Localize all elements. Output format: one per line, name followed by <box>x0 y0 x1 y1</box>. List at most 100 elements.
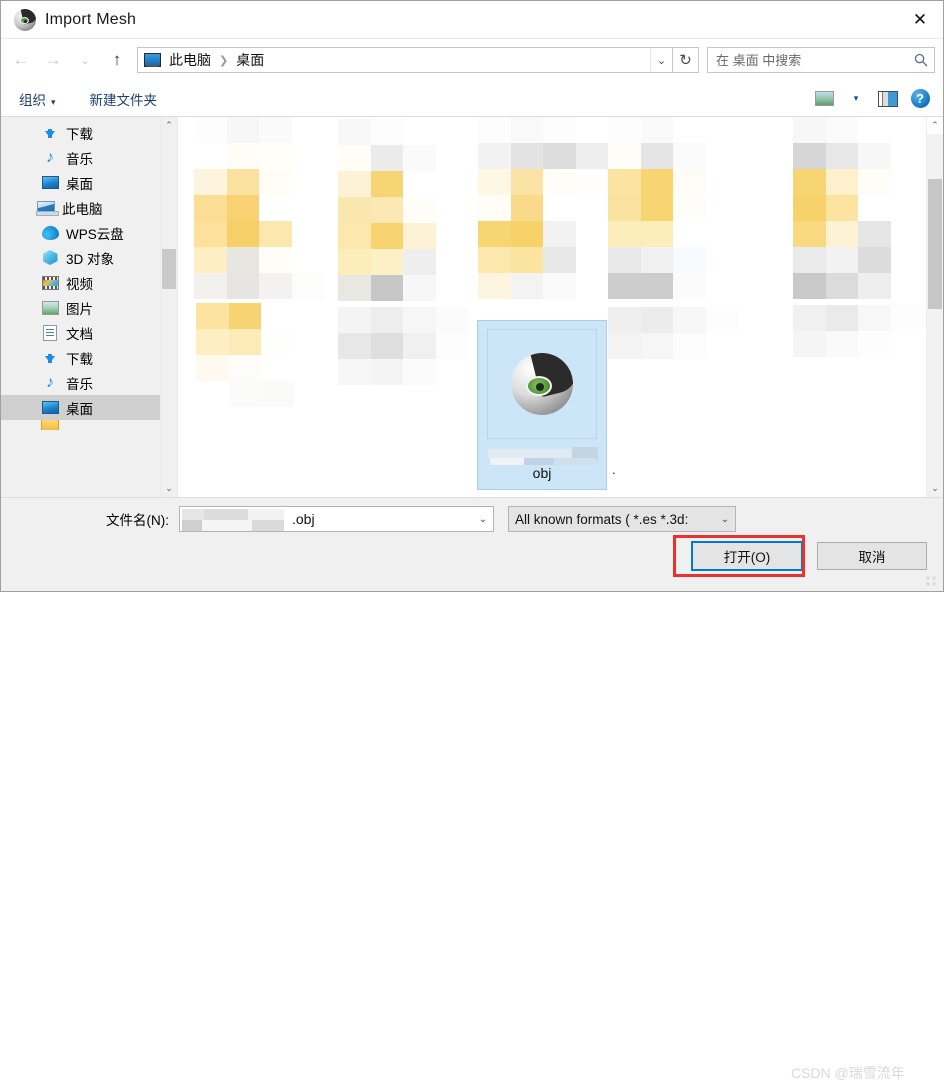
meshlab-eye-icon <box>14 8 36 31</box>
search-glyph <box>914 53 928 67</box>
sidebar-item-documents[interactable]: 文档 <box>1 320 177 345</box>
sidebar-item-folder-partial[interactable] <box>1 420 177 430</box>
video-icon <box>41 274 59 292</box>
search-icon[interactable] <box>908 48 934 72</box>
filename-value-area[interactable]: .obj <box>180 507 473 531</box>
this-pc-icon <box>36 199 59 217</box>
view-chevron-down-icon[interactable]: ▾ <box>841 86 871 112</box>
file-tile-label-area: obj <box>478 447 606 487</box>
new-folder-button[interactable]: 新建文件夹 <box>90 89 158 109</box>
filename-extension: .obj <box>292 511 315 527</box>
sidebar-item-label: 桌面 <box>66 401 93 417</box>
sidebar-scrollbar[interactable]: ⌃ ⌄ <box>160 117 177 497</box>
chevron-up-icon[interactable]: ⌃ <box>927 117 943 134</box>
chevron-down-icon: ▾ <box>51 96 56 107</box>
file-list-scrollbar[interactable]: ⌃ ⌄ <box>926 117 943 497</box>
refresh-icon[interactable]: ↻ <box>673 47 699 73</box>
sidebar-item-videos[interactable]: 视频 <box>1 270 177 295</box>
filename-chevron-down-icon[interactable]: ⌄ <box>473 507 493 531</box>
blurred-thumbnail-group <box>478 117 608 299</box>
organize-label: 组织 <box>19 92 46 108</box>
chevron-up-icon[interactable]: ⌃ <box>161 117 177 134</box>
sidebar-item-desktop-1[interactable]: 桌面 <box>1 170 177 195</box>
pictures-icon <box>41 299 59 317</box>
blurred-thumbnail-group <box>793 305 923 357</box>
file-list-scrollbar-thumb[interactable] <box>928 179 942 309</box>
close-icon[interactable]: ✕ <box>897 1 943 38</box>
arrow-right-icon[interactable]: → <box>37 45 69 75</box>
sidebar-item-label: 音乐 <box>66 376 93 392</box>
sidebar-item-downloads-1[interactable]: 下载 <box>1 120 177 145</box>
blurred-filename <box>488 447 598 465</box>
sidebar-item-3d-objects[interactable]: 3D 对象 <box>1 245 177 270</box>
filename-combobox[interactable]: .obj ⌄ <box>179 506 494 532</box>
chevron-down-icon[interactable]: ⌄ <box>927 480 943 497</box>
search-input[interactable] <box>708 51 908 69</box>
truncation-dot: . <box>612 462 616 477</box>
recent-locations-chevron-down-icon[interactable]: ⌄ <box>69 45 101 75</box>
sidebar-item-wps-cloud[interactable]: WPS云盘 <box>1 220 177 245</box>
arrow-up-icon[interactable]: ↑ <box>101 45 133 75</box>
wps-cloud-icon <box>41 224 59 242</box>
desktop-icon <box>41 174 59 192</box>
organize-button[interactable]: 组织 ▾ <box>19 89 56 109</box>
file-tile-name: obj <box>532 465 552 481</box>
folder-icon <box>41 420 59 430</box>
dialog-footer: 文件名(N): .obj ⌄ All known formats (*.es … <box>1 497 943 1081</box>
arrow-left-icon[interactable]: ← <box>5 45 37 75</box>
sidebar-scrollbar-thumb[interactable] <box>162 249 176 289</box>
breadcrumb-item-this-pc[interactable]: 此电脑 <box>167 50 213 70</box>
file-type-filter-combobox[interactable]: All known formats ( *.es *.3d: ⌄ <box>508 506 736 532</box>
preview-pane-icon[interactable] <box>873 86 903 112</box>
view-layout-icon[interactable] <box>809 86 839 112</box>
navigation-tree: 下载 ♪ 音乐 桌面 此电脑 WPS云盘 3D 对象 视频 图片 文档 下载 ♪… <box>1 117 177 430</box>
navigation-bar: ← → ⌄ ↑ 此电脑 ❯ 桌面 ⌄ ↻ <box>1 39 943 81</box>
filename-label: 文件名(N): <box>106 513 169 528</box>
sidebar-item-label: 图片 <box>66 301 93 317</box>
file-tile-selected[interactable]: obj <box>477 320 607 490</box>
desktop-icon <box>41 399 59 417</box>
navigation-pane: 下载 ♪ 音乐 桌面 此电脑 WPS云盘 3D 对象 视频 图片 文档 下载 ♪… <box>1 117 177 497</box>
watermark: CSDN @瑞雪流年 <box>791 1065 905 1081</box>
sidebar-item-label: 此电脑 <box>62 201 103 217</box>
sidebar-item-music-2[interactable]: ♪ 音乐 <box>1 370 177 395</box>
sidebar-item-label: 桌面 <box>66 176 93 192</box>
sidebar-item-pictures[interactable]: 图片 <box>1 295 177 320</box>
import-mesh-dialog: Import Mesh ✕ ← → ⌄ ↑ 此电脑 ❯ 桌面 ⌄ ↻ 在 桌面 … <box>0 0 944 1081</box>
address-bar[interactable]: 此电脑 ❯ 桌面 ⌄ <box>137 47 673 73</box>
sidebar-item-desktop-selected[interactable]: 桌面 <box>1 395 177 420</box>
help-icon[interactable]: ? <box>905 86 935 112</box>
sidebar-item-label: 视频 <box>66 276 93 292</box>
3d-objects-icon <box>41 249 59 267</box>
blurred-thumbnail-group <box>194 117 324 299</box>
blurred-filename-text <box>182 509 284 531</box>
blurred-thumbnail-group <box>608 117 738 299</box>
cancel-button[interactable]: 取消 <box>817 542 927 570</box>
address-chevron-down-icon[interactable]: ⌄ <box>650 48 672 72</box>
search-box[interactable] <box>707 47 935 73</box>
sidebar-item-label: 3D 对象 <box>66 251 115 267</box>
file-list-view[interactable]: obj . ⌃ ⌄ <box>177 117 943 497</box>
download-icon <box>41 349 59 367</box>
breadcrumb-separator-icon: ❯ <box>219 54 229 67</box>
sidebar-item-label: WPS云盘 <box>66 226 124 242</box>
chevron-down-icon[interactable]: ⌄ <box>161 480 177 497</box>
watermark-dots <box>925 575 937 587</box>
sidebar-item-music-1[interactable]: ♪ 音乐 <box>1 145 177 170</box>
blurred-thumbnail-group <box>196 303 326 407</box>
file-tiles-container: obj . <box>178 117 926 497</box>
breadcrumb-item-desktop[interactable]: 桌面 <box>234 50 266 70</box>
file-type-filter-value: All known formats ( *.es *.3d: <box>515 511 689 527</box>
sidebar-item-label: 下载 <box>66 351 93 367</box>
sidebar-item-downloads-2[interactable]: 下载 <box>1 345 177 370</box>
dialog-button-row: 打开(O) 取消 <box>691 541 927 571</box>
filter-chevron-down-icon[interactable]: ⌄ <box>715 507 735 531</box>
sidebar-item-this-pc[interactable]: 此电脑 <box>1 195 177 220</box>
blurred-thumbnail-group <box>793 117 923 299</box>
filename-row: 文件名(N): .obj ⌄ All known formats (*.es … <box>1 506 943 532</box>
titlebar: Import Mesh ✕ <box>1 1 943 39</box>
sidebar-item-label: 文档 <box>66 326 93 342</box>
open-button[interactable]: 打开(O) <box>691 541 803 571</box>
music-icon: ♪ <box>46 373 54 391</box>
blurred-thumbnail-group <box>338 307 468 385</box>
